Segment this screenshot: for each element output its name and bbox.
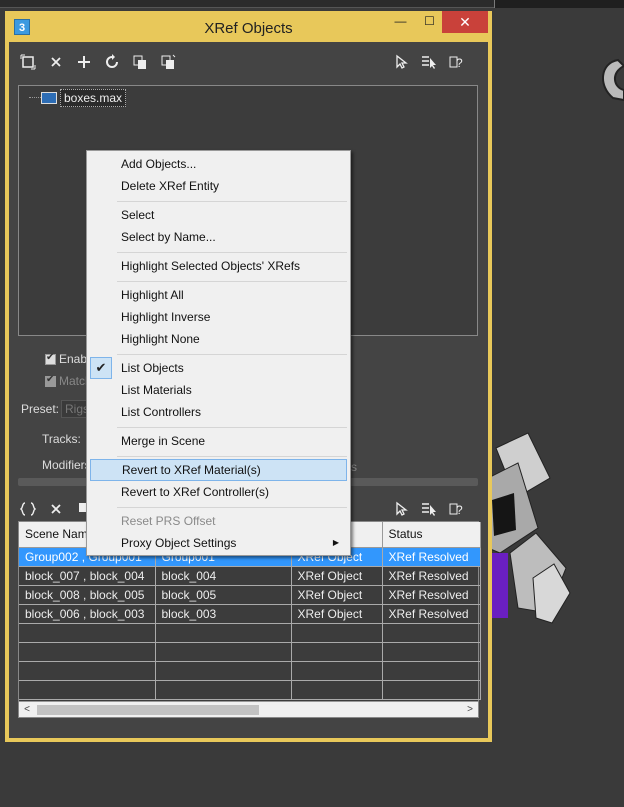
- menu-item-select-by-name[interactable]: Select by Name...: [90, 226, 347, 248]
- menu-item-select[interactable]: Select: [90, 204, 347, 226]
- table-cell: XRef Object: [291, 566, 383, 586]
- object-list-select-icon[interactable]: [418, 498, 440, 520]
- scene-ring-shape: [602, 58, 624, 102]
- menu-item-list-controllers[interactable]: List Controllers: [90, 401, 347, 423]
- viewport-scene: [488, 58, 624, 624]
- menu-item-delete-xref-entity[interactable]: Delete XRef Entity: [90, 175, 347, 197]
- tree-item-file[interactable]: boxes.max: [29, 89, 127, 107]
- title-bar[interactable]: 3 XRef Objects — ☐ ✕: [5, 11, 492, 42]
- menu-item-revert-controller[interactable]: Revert to XRef Controller(s): [90, 481, 347, 503]
- empty-row: [19, 661, 481, 681]
- menu-separator: [117, 354, 347, 355]
- scrollbar-thumb[interactable]: [37, 705, 259, 715]
- viewport-edge: [494, 0, 624, 8]
- table-cell: XRef Resolved: [382, 604, 481, 624]
- add-icon[interactable]: [73, 51, 95, 73]
- scroll-left-arrow[interactable]: <: [19, 702, 35, 718]
- menu-item-highlight-all[interactable]: Highlight All: [90, 284, 347, 306]
- menu-item-revert-material[interactable]: Revert to XRef Material(s): [90, 459, 347, 481]
- table-cell: block_006 , block_003: [19, 604, 156, 624]
- menu-separator: [117, 281, 347, 282]
- menu-item-highlight-selected[interactable]: Highlight Selected Objects' XRefs: [90, 255, 347, 277]
- proxy-settings-label: Proxy Object Settings: [121, 536, 237, 550]
- table-cell: XRef Object: [291, 604, 383, 624]
- scene-block-purple: [490, 553, 508, 618]
- menu-item-highlight-inverse[interactable]: Highlight Inverse: [90, 306, 347, 328]
- merge-icon[interactable]: [157, 51, 179, 73]
- close-button[interactable]: ✕: [442, 11, 488, 33]
- tree-item-label: boxes.max: [60, 89, 127, 107]
- table-row[interactable]: block_007 , block_004 block_004 XRef Obj…: [19, 566, 481, 586]
- help-icon[interactable]: ?: [446, 51, 468, 73]
- refresh-icon[interactable]: [101, 51, 123, 73]
- svg-text:?: ?: [456, 503, 463, 517]
- menu-separator: [117, 201, 347, 202]
- menu-separator: [117, 427, 347, 428]
- table-cell: block_007 , block_004: [19, 566, 156, 586]
- remove-object-icon[interactable]: [45, 498, 67, 520]
- modifiers-label: Modifiers: [42, 458, 91, 472]
- table-cell: XRef Object: [291, 585, 383, 605]
- table-horizontal-scrollbar[interactable]: < >: [19, 701, 478, 717]
- tracks-label: Tracks:: [42, 432, 81, 446]
- context-menu: Add Objects... Delete XRef Entity Select…: [86, 150, 351, 556]
- empty-row: [19, 623, 481, 643]
- match-checkbox[interactable]: [45, 374, 56, 387]
- top-toolbar: ?: [9, 48, 488, 76]
- menu-item-merge-in-scene[interactable]: Merge in Scene: [90, 430, 347, 452]
- match-option[interactable]: Match: [45, 374, 92, 388]
- empty-row: [19, 642, 481, 662]
- table-cell: XRef Resolved: [382, 566, 481, 586]
- object-help-icon[interactable]: ?: [446, 498, 468, 520]
- table-cell: XRef Resolved: [382, 585, 481, 605]
- tree-connector: [29, 97, 41, 98]
- select-all-objects-icon[interactable]: [17, 498, 39, 520]
- submenu-arrow-icon: ▶: [332, 538, 339, 547]
- svg-text:?: ?: [456, 56, 463, 70]
- max-file-icon: [41, 92, 57, 104]
- table-cell: block_004: [155, 566, 292, 586]
- select-all-icon[interactable]: [17, 51, 39, 73]
- table-cell: block_003: [155, 604, 292, 624]
- menu-item-add-objects[interactable]: Add Objects...: [90, 153, 347, 175]
- menu-item-reset-prs-offset[interactable]: Reset PRS Offset: [90, 510, 347, 532]
- menu-item-proxy-object-settings[interactable]: Proxy Object Settings ▶: [90, 532, 347, 554]
- menu-separator: [117, 252, 347, 253]
- menu-item-highlight-none[interactable]: Highlight None: [90, 328, 347, 350]
- table-row[interactable]: block_008 , block_005 block_005 XRef Obj…: [19, 585, 481, 605]
- menu-separator: [117, 456, 347, 457]
- object-pointer-icon[interactable]: [390, 498, 412, 520]
- minimize-button[interactable]: —: [387, 11, 414, 33]
- table-row[interactable]: block_006 , block_003 block_003 XRef Obj…: [19, 604, 481, 624]
- empty-row: [19, 680, 481, 700]
- copy-xref-icon[interactable]: [129, 51, 151, 73]
- menu-item-list-objects[interactable]: List Objects: [90, 357, 347, 379]
- table-cell: block_005: [155, 585, 292, 605]
- enable-checkbox[interactable]: [45, 352, 56, 365]
- table-cell: XRef Resolved: [382, 547, 481, 567]
- viewport-top-bar: [0, 0, 624, 8]
- list-select-icon[interactable]: [418, 51, 440, 73]
- maximize-button[interactable]: ☐: [416, 11, 443, 33]
- column-header-status[interactable]: Status: [382, 522, 481, 548]
- menu-item-list-materials[interactable]: List Materials: [90, 379, 347, 401]
- scene-block-dark: [492, 493, 516, 536]
- pointer-icon[interactable]: [390, 51, 412, 73]
- close-icon[interactable]: [45, 51, 67, 73]
- menu-separator: [117, 507, 347, 508]
- table-cell: block_008 , block_005: [19, 585, 156, 605]
- preset-label: Preset:: [21, 402, 60, 416]
- scroll-right-arrow[interactable]: >: [462, 702, 478, 718]
